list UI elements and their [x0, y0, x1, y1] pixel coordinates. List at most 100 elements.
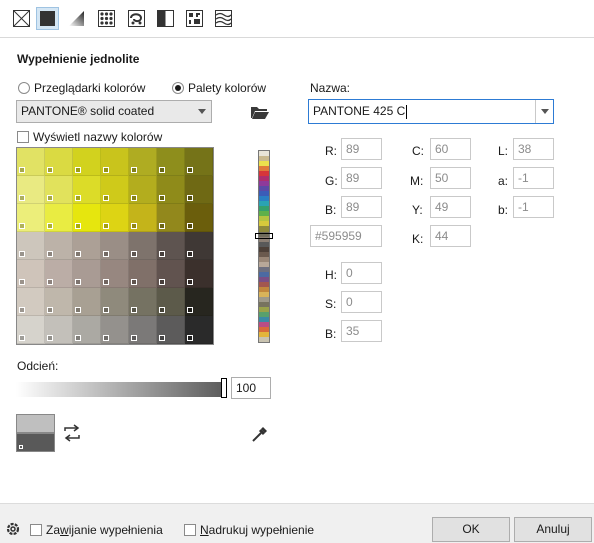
color-swatch-cell[interactable] [17, 204, 45, 232]
palette-dropdown[interactable]: PANTONE® solid coated [16, 100, 212, 123]
color-swatch-cell[interactable] [73, 148, 101, 176]
tint-slider[interactable] [16, 382, 227, 397]
palette-spectrum-strip[interactable] [258, 150, 270, 343]
show-color-names-checkbox[interactable] [17, 131, 29, 143]
color-swatch-cell[interactable] [45, 204, 73, 232]
color-swatch-cell[interactable] [17, 288, 45, 316]
color-swatch-cell[interactable] [101, 288, 129, 316]
color-swatch-cell[interactable] [17, 260, 45, 288]
color-palettes-label: Palety kolorów [188, 81, 267, 95]
r-field[interactable]: 89 [341, 138, 382, 160]
color-swatch-cell[interactable] [17, 232, 45, 260]
eyedropper-icon[interactable] [250, 424, 270, 444]
fountain-fill-button[interactable] [66, 8, 87, 29]
chevron-down-icon[interactable] [535, 100, 553, 123]
color-swatch-cell[interactable] [129, 288, 157, 316]
tint-input[interactable]: 100 [231, 377, 271, 399]
s-field[interactable]: 0 [341, 291, 382, 313]
color-swatch-cell[interactable] [157, 232, 185, 260]
s-label: S: [325, 297, 337, 311]
l-field[interactable]: 38 [513, 138, 554, 160]
b-label: B: [325, 203, 337, 217]
color-swatch-cell[interactable] [45, 288, 73, 316]
no-fill-button[interactable] [11, 8, 32, 29]
c-field[interactable]: 60 [430, 138, 471, 160]
vector-pattern-fill-button[interactable] [96, 8, 117, 29]
bitmap-pattern-fill-button[interactable] [126, 8, 147, 29]
color-viewers-radio[interactable] [18, 82, 30, 94]
color-swatch-cell[interactable] [73, 204, 101, 232]
color-swatch-cell[interactable] [73, 232, 101, 260]
color-swatch-cell[interactable] [101, 316, 129, 344]
a-label: a: [498, 174, 509, 188]
brightness-field[interactable]: 35 [341, 320, 382, 342]
h-field[interactable]: 0 [341, 262, 382, 284]
color-swatch-cell[interactable] [185, 260, 213, 288]
texture-fill-button[interactable] [184, 8, 205, 29]
palette-dropdown-value: PANTONE® solid coated [21, 104, 155, 118]
postscript-fill-button[interactable] [213, 8, 234, 29]
color-swatch-cell[interactable] [129, 204, 157, 232]
color-swatch-cell[interactable] [157, 204, 185, 232]
cancel-button[interactable]: Anuluj [514, 517, 592, 542]
color-swatch-cell[interactable] [101, 232, 129, 260]
overprint-fill-checkbox[interactable] [184, 524, 196, 536]
color-swatch-cell[interactable] [17, 148, 45, 176]
ok-button[interactable]: OK [432, 517, 510, 542]
color-swatch-cell[interactable] [17, 176, 45, 204]
color-swatch-cell[interactable] [185, 316, 213, 344]
color-swatch-cell[interactable] [157, 260, 185, 288]
color-swatch-cell[interactable] [185, 288, 213, 316]
color-swatch-cell[interactable] [185, 232, 213, 260]
color-swatch-cell[interactable] [185, 148, 213, 176]
color-swatch-cell[interactable] [157, 288, 185, 316]
wrap-fill-access-key: w [60, 523, 69, 537]
color-swatch-cell[interactable] [157, 176, 185, 204]
color-swatch-cell[interactable] [73, 176, 101, 204]
color-swatch-cell[interactable] [129, 316, 157, 344]
color-swatch-cell[interactable] [129, 176, 157, 204]
color-swatch-cell[interactable] [129, 232, 157, 260]
two-color-fill-button[interactable] [155, 8, 176, 29]
m-field[interactable]: 50 [430, 167, 471, 189]
b-field[interactable]: 89 [341, 196, 382, 218]
b-lab-field[interactable]: -1 [513, 196, 554, 218]
gear-icon[interactable] [5, 521, 21, 537]
color-swatch-cell[interactable] [45, 232, 73, 260]
color-swatch-cell[interactable] [101, 148, 129, 176]
color-swatch-cell[interactable] [185, 176, 213, 204]
k-field[interactable]: 44 [430, 225, 471, 247]
color-swatch-cell[interactable] [73, 260, 101, 288]
color-swatch-cell[interactable] [45, 316, 73, 344]
color-palettes-radio[interactable] [172, 82, 184, 94]
color-swatch-cell[interactable] [101, 176, 129, 204]
color-swatch-cell[interactable] [101, 260, 129, 288]
strip-color-band[interactable] [259, 337, 269, 343]
y-field[interactable]: 49 [430, 196, 471, 218]
uniform-fill-button[interactable] [36, 7, 59, 30]
color-swatch-cell[interactable] [129, 260, 157, 288]
swatch-corner-marker [19, 445, 23, 449]
wrap-fill-checkbox[interactable] [30, 524, 42, 536]
color-swatch-cell[interactable] [129, 148, 157, 176]
strip-position-marker[interactable] [255, 233, 273, 239]
color-swatch-cell[interactable] [157, 316, 185, 344]
color-swatch-cell[interactable] [157, 148, 185, 176]
color-name-combobox[interactable]: PANTONE 425 C [308, 99, 554, 124]
color-swatch-cell[interactable] [45, 176, 73, 204]
color-swatch-cell[interactable] [73, 288, 101, 316]
color-swatch-cell[interactable] [101, 204, 129, 232]
color-swatch-cell[interactable] [45, 148, 73, 176]
g-field[interactable]: 89 [341, 167, 382, 189]
color-swatch-cell[interactable] [45, 260, 73, 288]
color-swatch-grid[interactable] [16, 147, 214, 345]
swap-colors-icon[interactable] [63, 424, 81, 442]
hex-field[interactable]: #595959 [310, 225, 382, 247]
a-field[interactable]: -1 [513, 167, 554, 189]
tint-slider-thumb[interactable] [221, 378, 227, 398]
color-swatch-cell[interactable] [73, 316, 101, 344]
tint-label: Odcień: [17, 359, 59, 373]
folder-open-icon[interactable] [250, 104, 270, 120]
color-swatch-cell[interactable] [17, 316, 45, 344]
color-swatch-cell[interactable] [185, 204, 213, 232]
